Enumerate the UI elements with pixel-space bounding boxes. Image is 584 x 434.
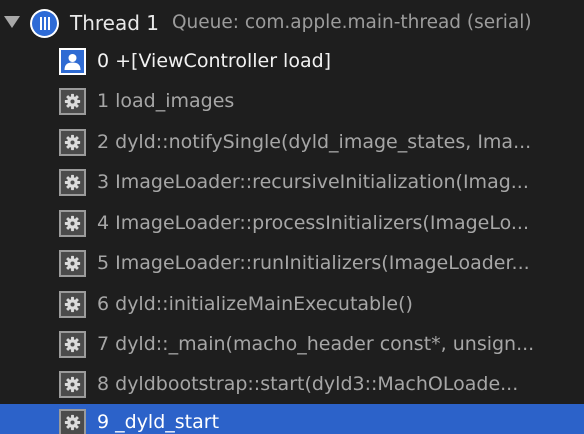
gear-icon (59, 169, 86, 196)
stack-frame-9[interactable]: 9 _dyld_start (0, 404, 584, 434)
gear-icon (59, 88, 86, 115)
stack-frame-2[interactable]: 2 dyld::notifySingle(dyld_image_states, … (0, 124, 584, 162)
thread-row[interactable]: Thread 1 Queue: com.apple.main-thread (s… (0, 3, 584, 41)
gear-icon (59, 331, 86, 358)
stack-frame-1[interactable]: 1 load_images (0, 83, 584, 121)
frame-label: 9 _dyld_start (97, 411, 220, 433)
stack-frame-3[interactable]: 3 ImageLoader::recursiveInitialization(I… (0, 164, 584, 202)
frame-label: 3 ImageLoader::recursiveInitialization(I… (97, 171, 529, 193)
frame-label: 8 dyldbootstrap::start(dyld3::MachOLoade… (97, 373, 519, 395)
frame-label: 4 ImageLoader::processInitializers(Image… (97, 212, 529, 234)
gear-icon (59, 250, 86, 277)
stack-frame-6[interactable]: 6 dyld::initializeMainExecutable() (0, 286, 584, 324)
disclosure-triangle-icon[interactable] (4, 16, 20, 28)
gear-icon (59, 371, 86, 398)
stack-frame-4[interactable]: 4 ImageLoader::processInitializers(Image… (0, 205, 584, 243)
stack-frame-7[interactable]: 7 dyld::_main(macho_header const*, unsig… (0, 326, 584, 364)
frame-label: 6 dyld::initializeMainExecutable() (97, 293, 413, 315)
stack-frame-0[interactable]: 0 +[ViewController load] (0, 43, 584, 81)
frame-label: 0 +[ViewController load] (97, 50, 332, 72)
gear-icon (59, 291, 86, 318)
frame-label: 5 ImageLoader::runInitializers(ImageLoad… (97, 252, 530, 274)
stack-frame-8[interactable]: 8 dyldbootstrap::start(dyld3::MachOLoade… (0, 366, 584, 404)
frame-label: 1 load_images (97, 90, 235, 112)
frame-label: 2 dyld::notifySingle(dyld_image_states, … (97, 131, 532, 153)
frame-label: 7 dyld::_main(macho_header const*, unsig… (97, 333, 535, 355)
gear-icon (59, 409, 86, 434)
debug-navigator: Thread 1 Queue: com.apple.main-thread (s… (0, 0, 584, 434)
thread-icon (30, 9, 59, 38)
user-frame-icon (59, 48, 86, 75)
thread-queue-label: Queue: com.apple.main-thread (serial) (172, 12, 532, 33)
gear-icon (59, 210, 86, 237)
gear-icon (59, 129, 86, 156)
thread-title: Thread 1 (70, 11, 160, 35)
stack-frame-5[interactable]: 5 ImageLoader::runInitializers(ImageLoad… (0, 245, 584, 283)
